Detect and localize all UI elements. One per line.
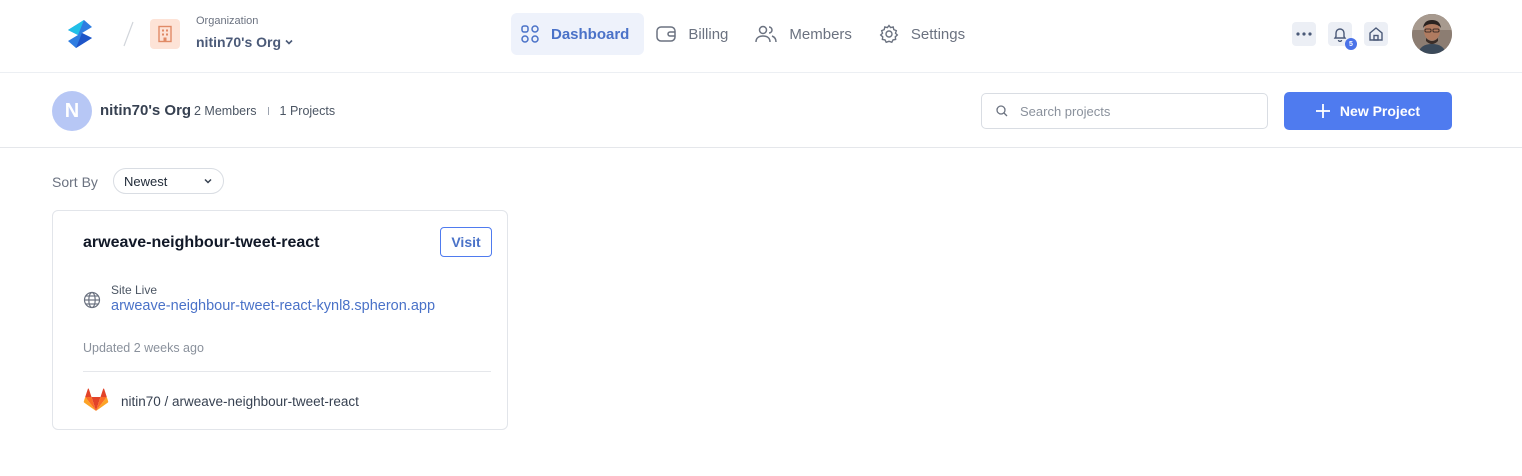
- main-nav: Dashboard Billing Members Settings: [511, 13, 982, 55]
- users-icon: [755, 25, 778, 43]
- site-status: Site Live: [111, 283, 158, 297]
- organization-stats: 2 Members 1 Projects: [194, 104, 335, 118]
- visit-button[interactable]: Visit: [440, 227, 492, 257]
- plus-icon: [1315, 104, 1330, 118]
- project-name: arweave-neighbour-tweet-react: [83, 234, 320, 251]
- projects-count: 1 Projects: [279, 104, 336, 118]
- top-navigation-bar: Organization nitin70's Org Dashboard Bil…: [0, 0, 1522, 73]
- nav-members[interactable]: Members: [745, 13, 867, 55]
- search-box[interactable]: [981, 93, 1268, 129]
- building-icon: [150, 19, 180, 49]
- card-divider: [83, 371, 491, 372]
- site-url-link[interactable]: arweave-neighbour-tweet-react-kynl8.sphe…: [111, 298, 435, 314]
- repository-link[interactable]: nitin70 / arweave-neighbour-tweet-react: [121, 394, 359, 409]
- updated-time: Updated 2 weeks ago: [83, 341, 204, 355]
- gear-icon: [879, 24, 899, 44]
- organization-label: Organization: [196, 15, 259, 27]
- chevron-down-icon: [204, 178, 212, 184]
- nav-billing-label: Billing: [688, 25, 729, 43]
- organization-avatar: N: [52, 91, 92, 131]
- members-count: 2 Members: [194, 104, 257, 118]
- new-project-button[interactable]: New Project: [1284, 92, 1452, 130]
- sort-select[interactable]: Newest: [113, 168, 224, 194]
- gitlab-icon: [83, 388, 109, 411]
- nav-members-label: Members: [789, 25, 852, 43]
- nav-settings-label: Settings: [910, 25, 966, 43]
- home-icon: [1369, 27, 1383, 41]
- bell-icon: [1333, 28, 1347, 42]
- sort-selected-value: Newest: [124, 173, 168, 189]
- sort-label: Sort By: [52, 174, 98, 190]
- nav-billing[interactable]: Billing: [646, 13, 743, 55]
- organization-header: N nitin70's Org 2 Members 1 Projects New…: [0, 73, 1522, 148]
- user-avatar[interactable]: [1412, 14, 1452, 54]
- organization-title: nitin70's Org: [100, 102, 192, 119]
- search-icon: [996, 105, 1008, 117]
- project-card[interactable]: arweave-neighbour-tweet-react Visit Site…: [52, 210, 508, 430]
- chevron-down-icon: [285, 39, 293, 45]
- notification-count-badge: 5: [1345, 38, 1357, 50]
- more-options-button[interactable]: [1292, 22, 1316, 46]
- home-button[interactable]: [1364, 22, 1388, 46]
- organization-name: nitin70's Org: [196, 34, 282, 50]
- nav-settings[interactable]: Settings: [869, 13, 980, 55]
- notifications-button[interactable]: 5: [1328, 22, 1357, 50]
- organization-switcher[interactable]: nitin70's Org: [196, 34, 294, 50]
- grid-icon: [521, 25, 539, 43]
- globe-icon: [83, 291, 101, 309]
- nav-dashboard-label: Dashboard: [551, 25, 630, 43]
- new-project-label: New Project: [1339, 103, 1421, 119]
- stats-divider: [267, 107, 269, 115]
- search-input[interactable]: [1020, 103, 1250, 119]
- ellipsis-icon: [1296, 32, 1312, 36]
- nav-dashboard[interactable]: Dashboard: [511, 13, 645, 55]
- spheron-logo-icon[interactable]: [64, 18, 96, 50]
- wallet-icon: [656, 26, 677, 42]
- breadcrumb-separator: [122, 20, 134, 48]
